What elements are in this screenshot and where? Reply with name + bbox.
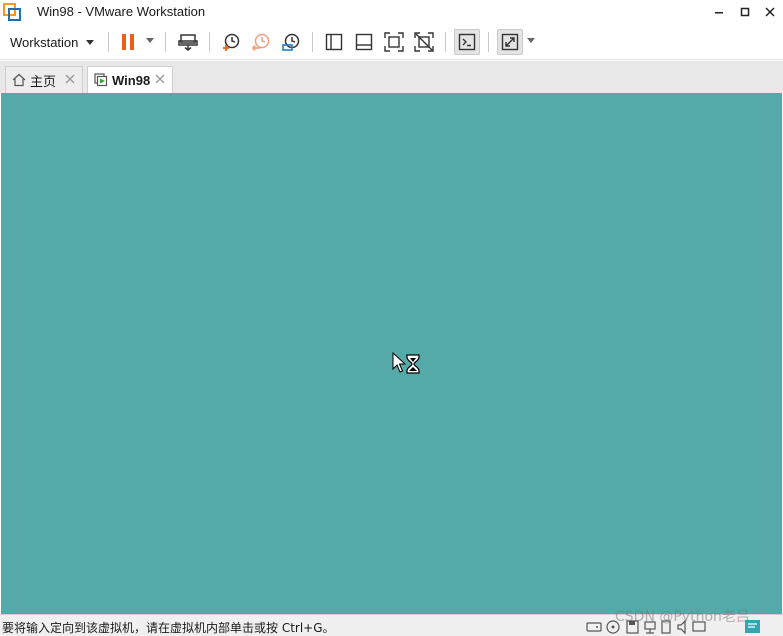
toolbar-divider bbox=[165, 32, 166, 52]
title-bar: Win98 - VMware Workstation bbox=[0, 0, 783, 24]
pause-icon bbox=[122, 34, 134, 50]
window-title: Win98 - VMware Workstation bbox=[37, 4, 206, 19]
toolbar-divider bbox=[209, 32, 210, 52]
stretch-icon bbox=[501, 33, 519, 51]
toolbar-divider bbox=[488, 32, 489, 52]
workstation-menu[interactable]: Workstation bbox=[4, 29, 100, 55]
pause-dropdown-icon[interactable] bbox=[146, 38, 154, 43]
maximize-icon bbox=[740, 7, 750, 17]
console-view-button[interactable] bbox=[454, 29, 480, 55]
toolbar: Workstation bbox=[0, 24, 783, 60]
toolbar-divider bbox=[312, 32, 313, 52]
show-library-button[interactable] bbox=[321, 29, 347, 55]
vm-running-icon bbox=[94, 73, 108, 87]
show-thumbnail-bar-button[interactable] bbox=[351, 29, 377, 55]
tab-label: 主页 bbox=[30, 73, 57, 89]
close-icon[interactable] bbox=[64, 73, 76, 85]
unity-icon bbox=[414, 32, 434, 52]
unity-mode-button[interactable] bbox=[411, 29, 437, 55]
snapshot-manager-icon bbox=[282, 33, 300, 51]
hard-disk-icon[interactable] bbox=[586, 622, 602, 632]
send-keys-icon bbox=[178, 34, 198, 51]
chevron-down-icon bbox=[86, 39, 95, 45]
tab-label: Win98 bbox=[112, 72, 151, 88]
console-icon bbox=[458, 33, 476, 51]
view-thumbnail-icon bbox=[355, 33, 373, 51]
maximize-button[interactable] bbox=[732, 0, 758, 24]
minimize-icon bbox=[715, 12, 723, 14]
toolbar-divider bbox=[108, 32, 109, 52]
watermark: CSDN @Python老吕 bbox=[615, 609, 750, 625]
tab-win98[interactable]: Win98 bbox=[87, 66, 173, 93]
vm-console-screen[interactable] bbox=[1, 93, 782, 614]
fullscreen-icon bbox=[384, 32, 404, 52]
close-icon bbox=[765, 7, 775, 17]
close-icon[interactable] bbox=[154, 73, 166, 85]
stretch-dropdown-icon[interactable] bbox=[527, 38, 535, 43]
tab-bar: 主页 Win98 bbox=[0, 61, 783, 93]
tab-home[interactable]: 主页 bbox=[5, 66, 83, 93]
snapshot-take-icon bbox=[223, 33, 240, 51]
pause-button[interactable] bbox=[115, 29, 141, 55]
stretch-guest-button[interactable] bbox=[497, 29, 523, 55]
busy-cursor-icon bbox=[392, 352, 420, 374]
send-ctrl-alt-del-button[interactable] bbox=[175, 29, 201, 55]
toolbar-divider bbox=[445, 32, 446, 52]
take-snapshot-button[interactable] bbox=[218, 29, 244, 55]
full-screen-button[interactable] bbox=[381, 29, 407, 55]
home-icon bbox=[12, 73, 26, 87]
minimize-button[interactable] bbox=[706, 0, 732, 24]
snapshot-revert-icon bbox=[251, 33, 270, 52]
close-window-button[interactable] bbox=[757, 0, 783, 24]
workstation-menu-label: Workstation bbox=[10, 34, 79, 50]
vmware-logo-icon bbox=[3, 3, 21, 21]
status-message: 要将输入定向到该虚拟机，请在虚拟机内部单击或按 Ctrl+G。 bbox=[2, 621, 335, 635]
snapshot-manager-button[interactable] bbox=[278, 29, 304, 55]
revert-snapshot-button[interactable] bbox=[248, 29, 274, 55]
view-library-icon bbox=[325, 33, 343, 51]
